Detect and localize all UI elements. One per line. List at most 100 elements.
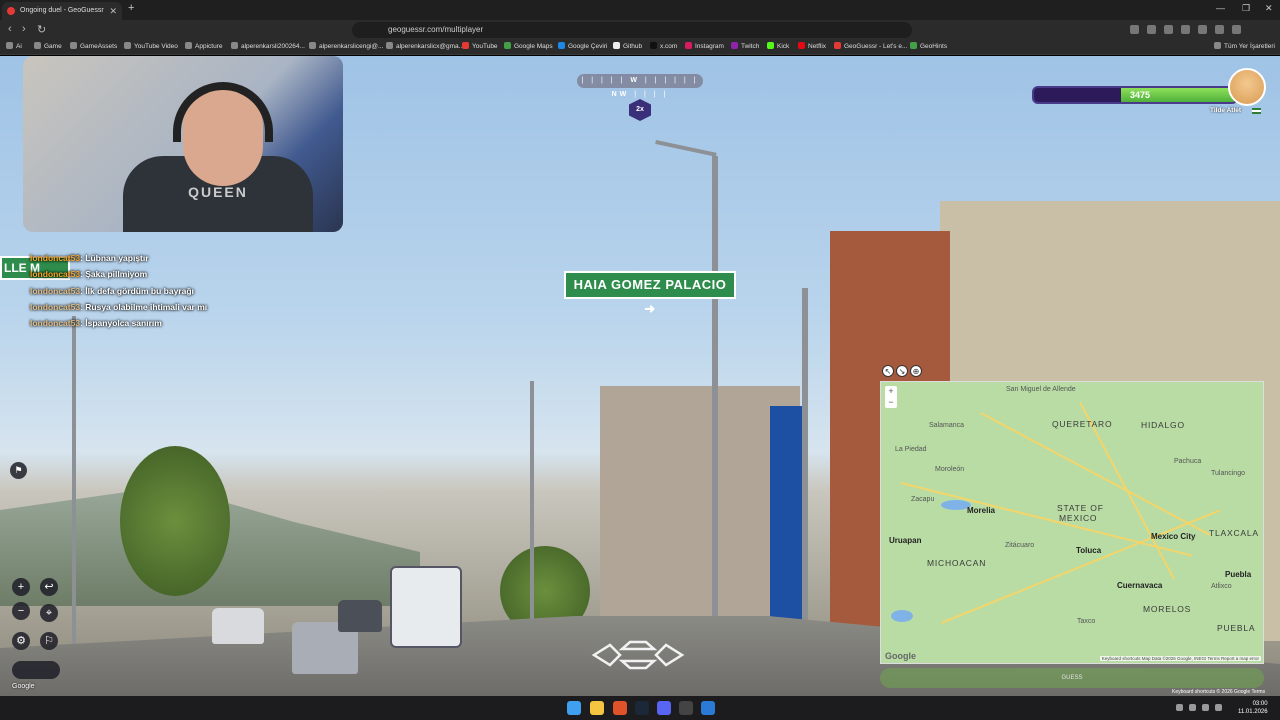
browser-nav-bar: ‹ › ↻ ☐ geoguessr.com/multiplayer [0,20,1280,40]
windows-start-icon[interactable] [567,701,581,715]
state-label: MICHOACAN [927,558,987,568]
headphones [173,82,273,142]
bookmark-item[interactable]: Netflix [798,42,826,50]
bookmark-item[interactable]: Kick [767,42,789,50]
compass[interactable]: | | | | | W | | | | | | NW | | | | [577,74,703,98]
state-label: TLAXCALA [1209,528,1259,538]
state-label: MEXICO [1059,513,1098,523]
chat-message: londoncat53: Lübnan yapıştır [30,253,149,263]
street-pole [712,156,718,696]
tab-geoguessr[interactable]: Ongoing duel - GeoGuessr ✕ [2,2,122,20]
move-arrow-right-icon [654,643,685,667]
flag-checkpoint-icon[interactable]: ⚐ [40,632,58,650]
reload-icon[interactable]: ↻ [37,23,46,36]
map-pin-icon[interactable]: ⊕ [910,365,922,377]
return-to-start-icon[interactable]: ⌖ [40,604,58,622]
extension-icon[interactable] [1130,25,1139,34]
place-label: Salamanca [929,422,965,429]
bookmark-item[interactable]: YouTube Video [124,42,178,50]
map-expand-icon[interactable]: ↖ [882,365,894,377]
bookmark-item[interactable]: Twitch [731,42,759,50]
bookmark-item[interactable]: alperenkarslicengi@... [309,42,383,50]
city-label: Morelia [967,506,996,515]
city-label: Toluca [1076,546,1102,555]
url-text: geoguessr.com/multiplayer [388,25,484,34]
place-label: Moroleón [935,466,965,473]
stream-chat: londoncat53: Lübnan yapıştır londoncat53… [30,253,290,334]
tray-chevron-icon[interactable] [1176,704,1183,711]
brave-browser-icon[interactable] [613,701,627,715]
system-tray [1176,704,1222,711]
forward-icon[interactable]: › [22,23,26,35]
bookmark-item[interactable]: Github [613,42,642,50]
bookmark-item[interactable]: Game [34,42,62,50]
undo-move-icon[interactable]: ↩ [40,578,58,596]
map-shrink-icon[interactable]: ↘ [896,365,908,377]
close-window-icon[interactable]: ✕ [1265,3,1273,14]
battery-icon[interactable] [1215,704,1222,711]
close-tab-icon[interactable]: ✕ [109,2,117,20]
place-label: San Miguel de Allende [1006,386,1076,393]
place-label: Taxco [1077,618,1096,625]
city-label: Cuernavaca [1117,581,1163,590]
map-attribution: Keyboard shortcuts Map Data ©2026 Google… [1099,656,1261,661]
zoom-out-button[interactable]: − [12,602,30,620]
system-clock[interactable]: 03:00 11.01.2026 [1238,700,1268,716]
all-bookmarks-folder[interactable]: Tüm Yer İşaretleri [1214,42,1275,50]
volume-icon[interactable] [1202,704,1209,711]
bookmark-item[interactable]: GameAssets [70,42,117,50]
settings-icon[interactable]: ⚙ [12,632,30,650]
bookmark-item[interactable]: GeoHints [910,42,947,50]
guess-button[interactable]: GUESS [880,668,1264,688]
bus [390,566,462,648]
state-label: PUEBLA [1217,623,1256,633]
bookmark-item[interactable]: Instagram [685,42,724,50]
bookmark-item[interactable]: Ai [6,42,22,50]
profile-icon[interactable] [1215,25,1224,34]
street-pole [72,316,76,656]
report-icon[interactable]: ⚑ [10,462,27,479]
sidebar-icon[interactable] [1198,25,1207,34]
chat-message: londoncat53: İspanyolca sanırım [30,318,162,329]
obs-icon[interactable] [679,701,693,715]
zoom-in-button[interactable]: + [12,578,30,596]
bookmark-item[interactable]: alperenkarslicx@gma... [386,42,464,50]
extension-icon[interactable] [1181,25,1190,34]
photos-icon[interactable] [701,701,715,715]
street-lamp-arm [655,140,717,157]
bookmark-item[interactable]: alperenkarsli200264... [231,42,305,50]
place-label: La Piedad [895,446,927,453]
address-bar[interactable]: geoguessr.com/multiplayer [352,22,912,38]
minimize-icon[interactable]: — [1216,3,1225,13]
player-health-bar: 3475 [1032,86,1238,104]
city-label: Puebla [1225,570,1252,579]
place-label: Zitácuaro [1005,542,1035,549]
bookmark-item[interactable]: Appicture [185,42,222,50]
clock-date: 11.01.2026 [1238,709,1268,715]
steam-icon[interactable] [635,701,649,715]
streetview-attribution: Keyboard shortcuts © 2026 Google Terms [1172,689,1266,695]
google-logo: Google [12,683,35,690]
city-label: Uruapan [889,536,922,545]
maximize-icon[interactable]: ❐ [1242,3,1250,14]
bookmark-item[interactable]: YouTube [462,42,498,50]
discord-icon[interactable] [657,701,671,715]
menu-icon[interactable] [1232,25,1241,34]
movement-arrows[interactable] [590,639,686,671]
bookmark-item[interactable]: Google Maps [504,42,553,50]
street-sign: HAIA GOMEZ PALACIO ➜ [564,271,736,316]
state-label: HIDALGO [1141,420,1185,430]
guess-map[interactable]: + − QUERETARO HIDALGO STATE OF MEXICO TLA… [880,381,1264,664]
bookmark-item[interactable]: GeoGuessr - Let's e... [834,42,907,50]
file-explorer-icon[interactable] [590,701,604,715]
emote-button[interactable] [12,661,60,679]
extension-icon[interactable] [1147,25,1156,34]
bookmark-item[interactable]: x.com [650,42,677,50]
place-label: Pachuca [1174,458,1202,465]
map-zoom-control[interactable]: + − [885,386,897,408]
bookmark-item[interactable]: Google Çeviri [558,42,607,50]
network-icon[interactable] [1189,704,1196,711]
new-tab-button[interactable]: + [128,2,134,14]
extension-icon[interactable] [1164,25,1173,34]
back-icon[interactable]: ‹ [8,23,12,35]
